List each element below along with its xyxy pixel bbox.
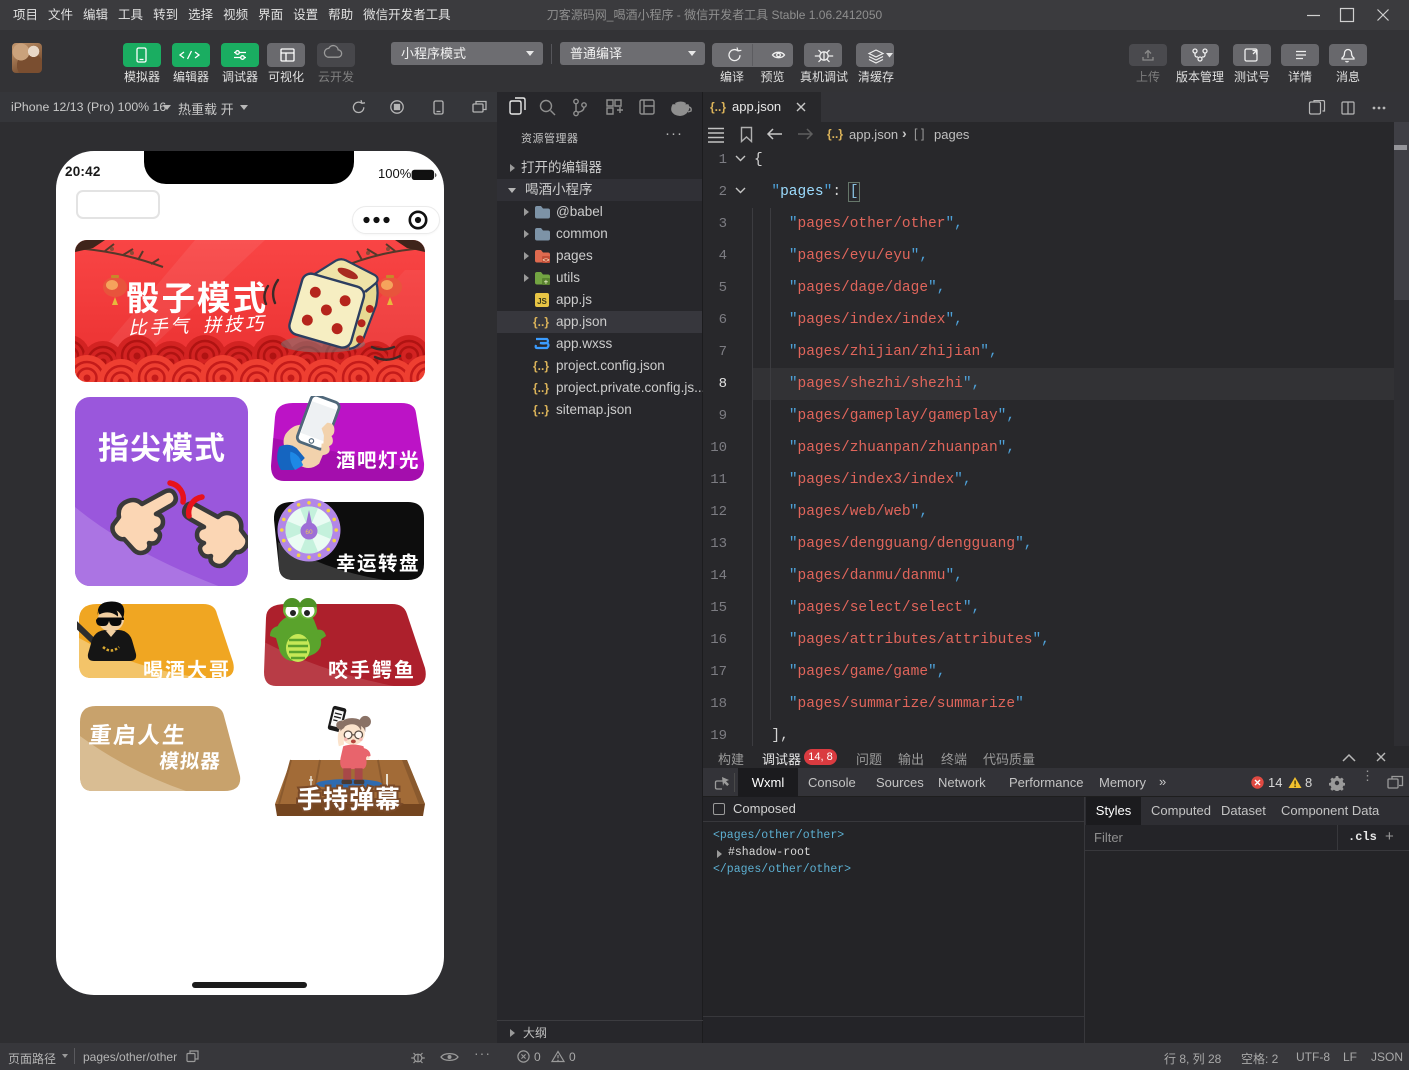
svg-text:咬手鳄鱼: 咬手鳄鱼: [328, 654, 416, 683]
svg-text:酒吧灯光: 酒吧灯光: [336, 444, 420, 473]
svg-text:喝酒大哥: 喝酒大哥: [143, 654, 231, 683]
svg-text:<>: <>: [542, 258, 550, 264]
svg-text:指尖模式: 指尖模式: [98, 423, 226, 468]
svg-text:+: +: [544, 278, 549, 287]
svg-text:JS: JS: [537, 297, 547, 306]
svg-text:60: 60: [305, 529, 313, 536]
svg-text:幸运转盘: 幸运转盘: [336, 547, 420, 576]
svg-text:手持弹幕: 手持弹幕: [297, 780, 401, 816]
svg-text:模拟器: 模拟器: [158, 745, 223, 774]
svg-text:比手气 拼技巧: 比手气 拼技巧: [128, 310, 268, 341]
